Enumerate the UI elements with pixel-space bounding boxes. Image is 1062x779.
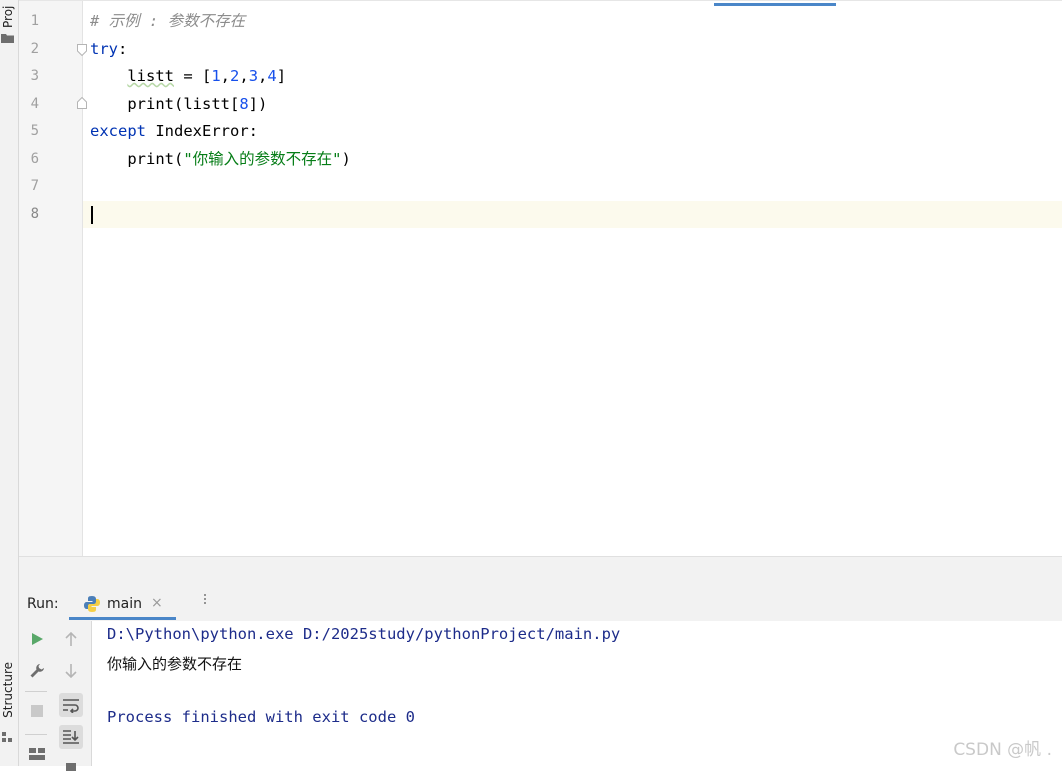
line-number: 4 bbox=[30, 96, 39, 112]
comma: , bbox=[220, 67, 231, 85]
structure-icon[interactable] bbox=[2, 732, 13, 743]
rerun-button[interactable] bbox=[25, 627, 49, 651]
line-number-gutter: 1 2 3 4 5 6 7 8 bbox=[19, 1, 83, 557]
number: 3 bbox=[248, 67, 259, 85]
print-call: print(listt[ bbox=[127, 95, 240, 113]
call-close: ]) bbox=[248, 95, 268, 113]
number: 2 bbox=[230, 67, 240, 85]
exception-name: IndexError: bbox=[146, 122, 258, 140]
printer-icon bbox=[66, 763, 76, 771]
project-tool-tab[interactable]: Proj bbox=[1, 0, 15, 28]
console-exit-line: Process finished with exit code 0 bbox=[107, 708, 415, 726]
scroll-up-button[interactable] bbox=[59, 627, 83, 651]
code-editor[interactable]: 1 2 3 4 5 6 7 8 # 示例 : 参数不存在 try: listt … bbox=[19, 0, 1062, 557]
operator: = [ bbox=[174, 67, 212, 85]
play-icon bbox=[32, 633, 43, 645]
run-toolbar bbox=[19, 621, 92, 771]
more-options-icon[interactable] bbox=[203, 593, 207, 605]
modify-config-button[interactable] bbox=[25, 659, 49, 683]
python-icon bbox=[84, 596, 100, 612]
number: 8 bbox=[239, 95, 249, 113]
watermark: CSDN @帆 . bbox=[953, 740, 1052, 760]
fold-end-icon[interactable] bbox=[77, 97, 87, 109]
print-button[interactable] bbox=[59, 755, 83, 779]
run-tab-label: main bbox=[107, 596, 142, 612]
stop-button[interactable] bbox=[25, 699, 49, 723]
wrench-icon bbox=[30, 664, 44, 678]
layout-icon bbox=[29, 748, 45, 760]
active-tab-indicator bbox=[714, 3, 836, 6]
line-number: 6 bbox=[30, 151, 39, 167]
code-line-4: print(listt[8]) bbox=[90, 91, 267, 118]
toolbar-separator bbox=[25, 734, 47, 735]
string-literal: "你输入的参数不存在" bbox=[183, 150, 342, 168]
line-number: 1 bbox=[30, 13, 39, 29]
comma: , bbox=[258, 67, 268, 85]
run-tab-main[interactable]: main × bbox=[69, 587, 176, 621]
console-output[interactable]: D:\Python\python.exe D:/2025study/python… bbox=[92, 621, 1062, 766]
run-panel-header: Run: main × bbox=[19, 587, 1062, 622]
close-tab-icon[interactable]: × bbox=[151, 595, 163, 611]
code-line-5: except IndexError: bbox=[90, 118, 258, 145]
console-command-line: D:\Python\python.exe D:/2025study/python… bbox=[107, 625, 621, 643]
panel-splitter[interactable] bbox=[19, 556, 1062, 587]
current-line-highlight bbox=[19, 201, 1062, 228]
stop-icon bbox=[31, 705, 43, 717]
folder-icon[interactable] bbox=[1, 33, 14, 43]
keyword-try: try bbox=[90, 40, 118, 58]
left-tool-strip: Proj Structure bbox=[0, 0, 19, 766]
soft-wrap-icon bbox=[63, 699, 79, 713]
scroll-to-end-button[interactable] bbox=[59, 725, 83, 749]
scroll-to-end-icon bbox=[63, 730, 79, 744]
fold-start-icon[interactable] bbox=[77, 44, 87, 56]
text-caret bbox=[91, 206, 93, 224]
line-number: 5 bbox=[30, 123, 39, 139]
arrow-up-icon bbox=[65, 631, 77, 646]
run-tab-underline bbox=[69, 617, 176, 620]
console-output-line: 你输入的参数不存在 bbox=[107, 655, 243, 673]
colon: : bbox=[118, 40, 128, 58]
line-number: 2 bbox=[30, 41, 39, 57]
keyword-except: except bbox=[90, 122, 146, 140]
toolbar-separator bbox=[25, 691, 47, 692]
structure-tool-tab[interactable]: Structure bbox=[1, 662, 15, 718]
code-line-3: listt = [1,2,3,4] bbox=[90, 63, 286, 90]
soft-wrap-button[interactable] bbox=[59, 693, 83, 717]
line-number: 3 bbox=[30, 68, 39, 84]
bracket-close: ] bbox=[276, 67, 287, 85]
print-call: print( bbox=[127, 150, 184, 168]
comma: , bbox=[239, 67, 249, 85]
line-number: 8 bbox=[30, 206, 39, 222]
call-close: ) bbox=[341, 150, 351, 168]
line-number: 7 bbox=[30, 178, 39, 194]
code-line-2: try: bbox=[90, 36, 127, 63]
run-label: Run: bbox=[27, 596, 59, 612]
variable-listt: listt bbox=[127, 67, 174, 85]
number: 1 bbox=[211, 67, 221, 85]
layout-button[interactable] bbox=[25, 741, 49, 765]
scroll-down-button[interactable] bbox=[59, 659, 83, 683]
number: 4 bbox=[267, 67, 277, 85]
code-line-1: # 示例 : 参数不存在 bbox=[90, 12, 246, 30]
code-line-6: print("你输入的参数不存在") bbox=[90, 146, 351, 173]
arrow-down-icon bbox=[65, 664, 77, 679]
